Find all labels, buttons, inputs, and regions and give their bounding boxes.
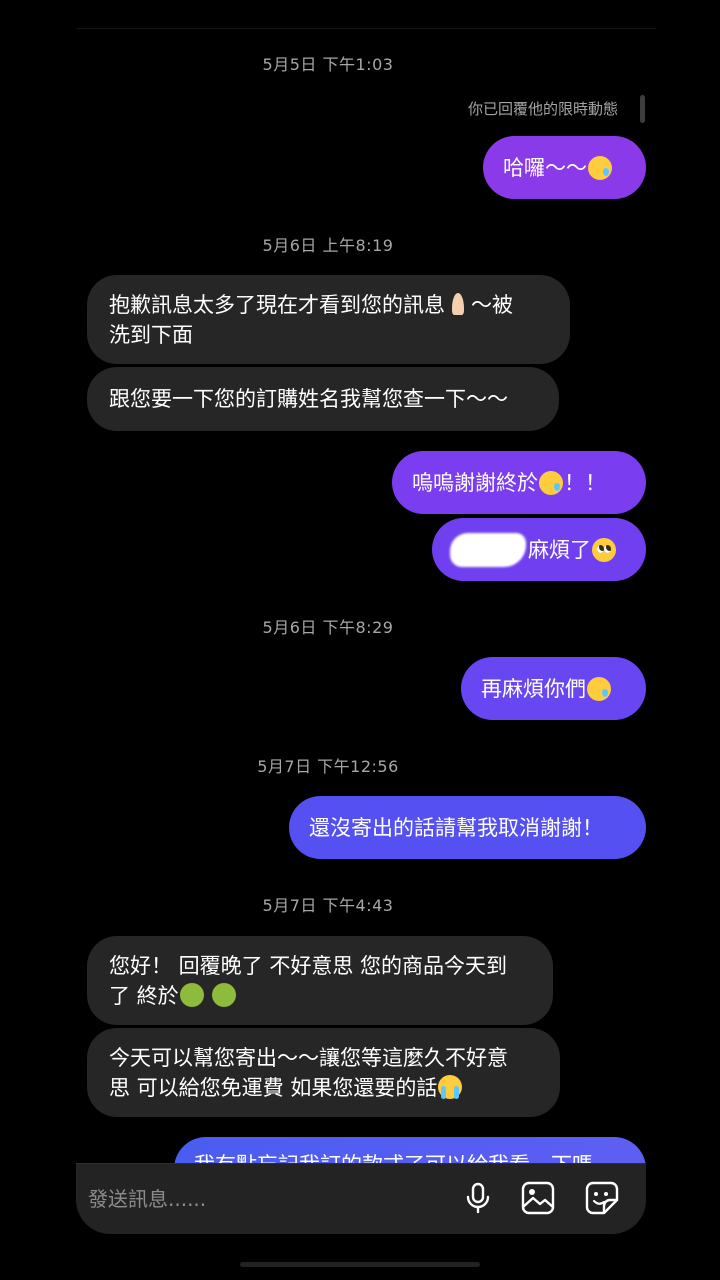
message-bubble-incoming[interactable]: 今天可以幫您寄出～～讓您等這麼久不好意 思 可以給您免運費 如果您還要的話 (87, 1028, 560, 1117)
message-bubble-incoming[interactable]: 跟您要一下您的訂購姓名我幫您查一下～～ (87, 367, 559, 431)
message-text: 了 終於 (109, 983, 179, 1008)
message-text: 哈囉～～ (503, 155, 587, 180)
timestamp: 5月7日 下午12:56 (257, 757, 399, 776)
message-text: 您好！ 回覆晚了 不好意思 您的商品今天到 (109, 953, 508, 978)
story-reply-bar (640, 95, 645, 123)
timestamp: 5月5日 下午1:03 (262, 55, 394, 74)
message-text: 抱歉訊息太多了現在才看到您的訊息 (109, 292, 445, 317)
timestamp: 5月6日 下午8:29 (262, 618, 394, 637)
smiling-face-with-tear-icon (588, 155, 612, 180)
message-bubble-outgoing[interactable]: 再麻煩你們 (461, 657, 646, 720)
message-text: 思 可以給您免運費 如果您還要的話 (109, 1075, 438, 1100)
message-text: 麻煩了 (528, 537, 591, 562)
timestamp: 5月7日 下午4:43 (262, 896, 394, 915)
message-bubble-incoming[interactable]: 抱歉訊息太多了現在才看到您的訊息 ～被 洗到下面 (87, 275, 570, 364)
pleading-face-icon (592, 537, 616, 562)
message-bubble-outgoing[interactable]: 嗚嗚謝謝終於 ！！ (392, 451, 646, 514)
message-text: 今天可以幫您寄出～～讓您等這麼久不好意 (109, 1045, 508, 1070)
message-text: 還沒寄出的話請幫我取消謝謝！ (309, 815, 603, 840)
image-icon[interactable] (520, 1180, 556, 1216)
redacted-name (450, 532, 526, 567)
message-input[interactable]: 發送訊息...... (88, 1183, 206, 1212)
folded-hands-icon (446, 292, 470, 316)
microphone-icon[interactable] (460, 1180, 496, 1216)
message-text: ！！ (564, 470, 606, 495)
message-text: 洗到下面 (109, 322, 193, 347)
message-bubble-outgoing[interactable]: 哈囉～～ (483, 136, 646, 199)
smiling-face-with-tear-icon (587, 676, 611, 701)
message-text: 再麻煩你們 (481, 676, 586, 701)
sticker-icon[interactable] (584, 1180, 620, 1216)
smiling-face-with-tear-icon (539, 470, 563, 495)
message-text: 嗚嗚謝謝終於 (412, 470, 538, 495)
top-divider (76, 28, 656, 29)
message-bubble-incoming[interactable]: 您好！ 回覆晚了 不好意思 您的商品今天到 了 終於 (87, 936, 553, 1025)
message-text: ～被 (471, 292, 513, 317)
loudly-crying-face-icon (438, 1074, 463, 1099)
message-bubble-outgoing[interactable]: 麻煩了 (432, 518, 646, 581)
message-text: 跟您要一下您的訂購姓名我幫您查一下～～ (109, 387, 508, 411)
story-reply-note: 你已回覆他的限時動態 (467, 100, 618, 118)
home-indicator (240, 1262, 480, 1267)
message-composer[interactable]: 發送訊息...... (76, 1163, 646, 1234)
nauseated-face-icon (212, 982, 237, 1007)
nauseated-face-icon (179, 982, 204, 1007)
message-bubble-outgoing[interactable]: 還沒寄出的話請幫我取消謝謝！ (289, 796, 646, 859)
timestamp: 5月6日 上午8:19 (262, 236, 394, 255)
